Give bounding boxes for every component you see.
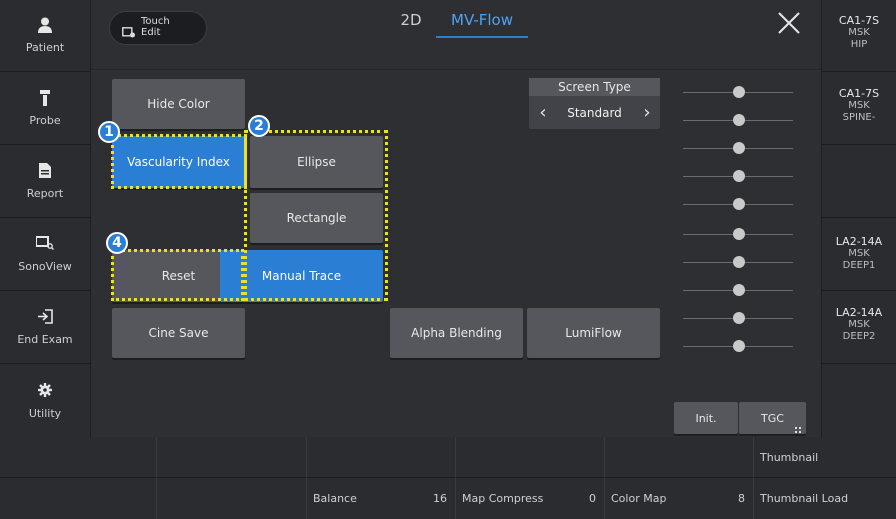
sidebar-item-label: Probe [29, 114, 61, 127]
map-compress-value: 0 [589, 492, 596, 505]
alpha-blending-button[interactable]: Alpha Blending [390, 308, 523, 358]
grid-dots-icon [795, 423, 801, 433]
sidebar-item-label: SonoView [18, 260, 72, 273]
touch-edit-label: Touch [141, 16, 170, 27]
probe-item-empty [822, 146, 896, 218]
init-button[interactable]: Init. [674, 402, 738, 434]
tgc-slider-knob[interactable] [733, 312, 745, 324]
probe-list: CA1-7S MSK HIP CA1-7S MSK SPINE- LA2-14A… [822, 0, 896, 437]
softkey-empty [0, 437, 157, 478]
color-map-label: Color Map [611, 492, 667, 505]
touch-edit-icon [122, 23, 136, 42]
callout-badge-1: 1 [98, 121, 120, 143]
tab-2d[interactable]: 2D [396, 11, 426, 35]
softkey-empty [0, 478, 157, 519]
probe-item[interactable]: CA1-7S MSK HIP [822, 0, 896, 72]
tab-mv-flow[interactable]: MV-Flow [436, 11, 528, 38]
sidebar-item-label: Patient [25, 41, 65, 54]
probe-name: CA1-7S [838, 87, 880, 100]
screen-type-label: Screen Type [529, 78, 660, 96]
callout-badge-2: 2 [248, 115, 270, 137]
callout-badge-4: 4 [106, 232, 128, 254]
sidebar-item-utility[interactable]: Utility [0, 365, 90, 437]
left-sidebar: Patient Probe Report SonoView End Exam U… [0, 0, 90, 437]
highlight-box-2 [244, 130, 388, 301]
probe-preset: HIP [850, 39, 868, 50]
end-exam-icon [37, 309, 53, 327]
gear-icon [38, 382, 52, 401]
sidebar-item-sonoview[interactable]: SonoView [0, 219, 90, 291]
sidebar-item-report[interactable]: Report [0, 146, 90, 218]
color-map-value: 8 [738, 492, 745, 505]
tgc-slider-knob[interactable] [733, 284, 745, 296]
tgc-slider-knob[interactable] [733, 198, 745, 210]
touch-edit-label: Edit [141, 27, 161, 38]
map-compress-label: Map Compress [462, 492, 544, 505]
highlight-box-4 [111, 249, 244, 301]
tgc-slider-knob[interactable] [733, 114, 745, 126]
probe-item[interactable]: LA2-14A MSK DEEP1 [822, 219, 896, 291]
header-divider [91, 69, 821, 70]
softkey-empty [605, 437, 754, 478]
sidebar-item-label: Report [26, 187, 64, 200]
probe-item[interactable]: CA1-7S MSK SPINE- [822, 73, 896, 145]
sidebar-item-patient[interactable]: Patient [0, 0, 90, 72]
tgc-slider-knob[interactable] [733, 256, 745, 268]
probe-item[interactable]: LA2-14A MSK DEEP2 [822, 292, 896, 364]
close-icon[interactable] [777, 11, 803, 39]
probe-application: MSK [848, 100, 870, 111]
tgc-slider-knob[interactable] [733, 170, 745, 182]
sidebar-item-end-exam[interactable]: End Exam [0, 292, 90, 364]
screen-type-selector: Screen Type ‹ Standard › [529, 78, 660, 129]
touch-edit-button[interactable]: Touch Edit [109, 11, 207, 45]
person-icon [38, 17, 52, 35]
softkey-empty [157, 478, 307, 519]
probe-preset: DEEP2 [842, 331, 876, 342]
report-icon [39, 163, 51, 181]
tgc-slider-knob[interactable] [733, 340, 745, 352]
probe-name: CA1-7S [838, 14, 880, 27]
softkey-empty [307, 437, 456, 478]
probe-application: MSK [848, 248, 870, 259]
softkey-empty [157, 437, 307, 478]
probe-application: MSK [848, 27, 870, 38]
tgc-button[interactable]: TGC [739, 402, 806, 434]
thumbnail-load-softkey[interactable]: Thumbnail Load [754, 478, 896, 519]
tgc-slider-knob[interactable] [733, 228, 745, 240]
probe-preset: DEEP1 [842, 260, 876, 271]
main-panel: Touch Edit 2D MV-Flow Hide Color Vascula… [91, 0, 821, 437]
cine-save-button[interactable]: Cine Save [112, 308, 245, 358]
tgc-slider-knob[interactable] [733, 86, 745, 98]
probe-application: MSK [848, 319, 870, 330]
lumiflow-button[interactable]: LumiFlow [527, 308, 660, 358]
probe-preset: SPINE- [842, 112, 876, 123]
color-map-softkey[interactable]: Color Map 8 [605, 478, 754, 519]
thumbnail-softkey[interactable]: Thumbnail [754, 437, 896, 478]
probe-name: LA2-14A [835, 235, 883, 248]
hide-color-button[interactable]: Hide Color [112, 79, 245, 129]
sidebar-item-probe[interactable]: Probe [0, 73, 90, 145]
softkey-empty [456, 437, 605, 478]
balance-label: Balance [313, 492, 357, 505]
screen-type-next-button[interactable]: › [639, 98, 655, 128]
sidebar-item-label: End Exam [17, 333, 73, 346]
screen-type-value: Standard [567, 106, 622, 120]
tgc-slider-knob[interactable] [733, 142, 745, 154]
highlight-box-1 [111, 134, 247, 189]
thumbnail-label: Thumbnail [760, 451, 819, 464]
probe-item-empty [822, 365, 896, 437]
sonoview-icon [35, 236, 54, 254]
map-compress-softkey[interactable]: Map Compress 0 [456, 478, 605, 519]
balance-value: 16 [433, 492, 447, 505]
tgc-button-label: TGC [761, 411, 784, 425]
probe-name: LA2-14A [835, 306, 883, 319]
probe-icon [39, 90, 51, 108]
thumbnail-load-label: Thumbnail Load [760, 492, 849, 505]
sidebar-item-label: Utility [28, 406, 62, 420]
screen-type-prev-button[interactable]: ‹ [535, 98, 551, 128]
balance-softkey[interactable]: Balance 16 [307, 478, 456, 519]
